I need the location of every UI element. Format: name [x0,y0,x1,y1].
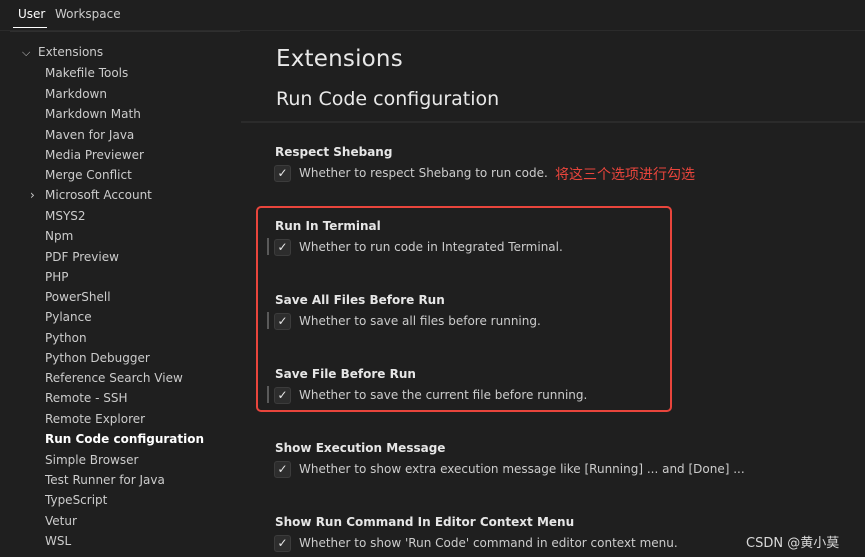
tree-item[interactable]: Python [45,331,87,345]
annotation-note: 将这三个选项进行勾选 [555,167,695,183]
tree-item[interactable]: Npm [45,229,73,243]
tab-user[interactable]: User [18,7,45,21]
tree-item[interactable]: Maven for Java [45,128,134,142]
tree-root-extensions[interactable]: ⌵ Extensions [22,45,103,60]
tree-item[interactable]: Makefile Tools [45,66,128,80]
annotation-highlight-box [256,206,672,412]
tab-workspace[interactable]: Workspace [55,7,121,21]
tree-item[interactable]: Vetur [45,514,77,528]
setting-desc-show-execution-message: Whether to show extra execution message … [299,462,745,476]
tree-item[interactable]: Pylance [45,310,92,324]
tree-item[interactable]: Test Runner for Java [45,473,165,487]
watermark: CSDN @黄小莫 [746,536,840,551]
tree-item[interactable]: MSYS2 [45,209,86,223]
tree-root-label: Extensions [38,45,104,59]
setting-title-respect-shebang: Respect Shebang [275,145,393,159]
tree-item[interactable]: Markdown [45,87,107,101]
tree-item[interactable]: PDF Preview [45,250,119,264]
tree-item[interactable]: TypeScript [45,493,107,507]
checkbox-show-run-command[interactable]: ✓ [274,535,291,552]
tree-item[interactable]: Simple Browser [45,453,138,467]
tree-item[interactable]: Remote Explorer [45,412,145,426]
chevron-right-icon[interactable]: › [30,188,35,202]
tree-item[interactable]: Python Debugger [45,351,150,365]
tree-divider [10,31,240,32]
tree-item[interactable]: Merge Conflict [45,168,132,182]
chevron-down-icon: ⌵ [22,46,31,59]
tree-item[interactable]: Remote - SSH [45,391,128,405]
tree-item[interactable]: WSL [45,534,71,548]
tree-item[interactable]: PHP [45,270,69,284]
tree-item-active[interactable]: Run Code configuration [45,432,204,446]
checkbox-show-execution-message[interactable]: ✓ [274,461,291,478]
setting-title-show-run-command: Show Run Command In Editor Context Menu [275,515,575,529]
tree-item[interactable]: Markdown Math [45,107,141,121]
tree-item[interactable]: Reference Search View [45,371,183,385]
page-title: Extensions [276,46,403,72]
header-divider [241,121,865,123]
section-title: Run Code configuration [276,88,500,110]
tree-item[interactable]: PowerShell [45,290,111,304]
tree-item[interactable]: Microsoft Account [45,188,152,202]
setting-desc-show-run-command: Whether to show 'Run Code' command in ed… [299,536,678,550]
setting-title-show-execution-message: Show Execution Message [275,441,446,455]
tree-item[interactable]: Media Previewer [45,148,144,162]
settings-scope-tabs: User Workspace [0,0,865,30]
checkbox-respect-shebang[interactable]: ✓ [274,165,291,182]
setting-desc-respect-shebang: Whether to respect Shebang to run code. [299,166,548,180]
active-tab-indicator [13,27,47,28]
